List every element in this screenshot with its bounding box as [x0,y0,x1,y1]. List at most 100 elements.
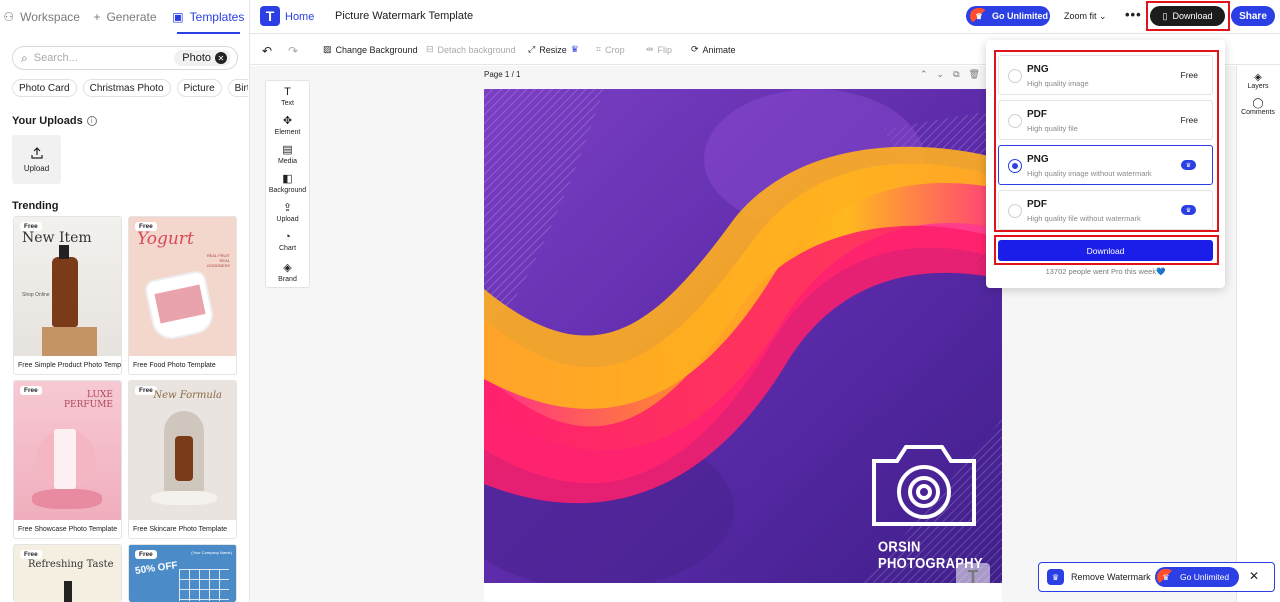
chevron-up-icon[interactable]: ⌃ [920,69,928,80]
document-title[interactable]: Picture Watermark Template [335,10,473,22]
bottle-pump [59,245,69,259]
zoom-label: Zoom fit [1064,11,1097,21]
home-link[interactable]: Home [285,11,314,23]
tool-element[interactable]: ✥ Element [265,114,310,136]
tool-chart[interactable]: ◔ Chart [265,231,310,252]
right-rail [1236,66,1280,602]
tool-brand[interactable]: ◈ Brand [265,261,310,283]
toolbar-label: Resize [539,44,567,55]
tab-label: Generate [106,10,157,24]
search-input[interactable] [33,52,175,64]
tool-label: Text [281,100,294,107]
template-card[interactable]: Free New Item Shop Online Free Simple Pr… [13,216,122,375]
pedestal [151,491,217,505]
template-card[interactable]: Free Yogurt REAL FRUIT REAL GOODNESS Fre… [128,216,237,375]
template-card[interactable]: Free New Formula Free Skincare Photo Tem… [128,380,237,539]
tab-label: Workspace [20,10,80,24]
tab-generate[interactable]: + Generate [83,0,166,34]
plus-icon: + [93,10,101,24]
page-label: Page 1 / 1 [484,70,521,79]
detach-background-button[interactable]: ⊟ Detach background [426,44,516,55]
category-chip[interactable]: Photo Card [12,79,77,97]
comments-button[interactable]: ◯ Comments [1238,98,1278,116]
category-chip[interactable]: Christmas Photo [82,79,171,97]
category-chip[interactable]: Birthday Ph [227,79,248,97]
layers-icon: ◈ [1254,72,1262,83]
flip-button[interactable]: ⇹ Flip [646,44,672,55]
crown-icon: ♛ [1047,569,1064,585]
tab-templates[interactable]: ▣ Templates [167,0,250,34]
template-card[interactable]: Free Refreshing Taste [13,544,122,602]
grid-decoration [179,569,229,601]
chart-icon: ◔ [284,231,291,243]
trending-heading: Trending [12,200,59,212]
tool-label: Brand [278,276,297,283]
more-options-button[interactable]: ••• [1125,7,1142,22]
template-caption: Free Showcase Photo Template [18,525,118,533]
close-icon[interactable]: ✕ [1249,569,1259,583]
go-unlimited-button[interactable]: ♛ Go Unlimited [1155,567,1239,587]
tool-text[interactable]: T Text [265,86,310,107]
tool-label: Element [274,129,301,136]
detach-icon: ⊟ [426,44,434,54]
template-thumbnail: Free New Formula [129,381,236,520]
corner-logo: T [956,563,990,583]
download-button-highlight [994,235,1219,265]
crown-icon: ♛ [1157,569,1175,585]
tab-label: Templates [189,10,245,24]
crown-icon: ♛ [570,44,579,54]
tool-background[interactable]: ◧ Background [265,172,310,194]
download-highlight [1146,1,1230,31]
search-icon: ⌕ [21,50,28,65]
design-canvas[interactable]: ORSIN PHOTOGRAPHY T [484,89,1002,583]
undo-button[interactable]: ↶ [262,44,272,58]
tool-label: Upload [276,216,299,223]
pedestal [32,489,102,509]
search-filter-chip[interactable]: Photo ✕ [174,50,231,66]
animate-icon: ⟳ [691,44,699,54]
toolbar-label: Change Background [335,44,418,55]
close-icon[interactable]: ✕ [215,52,227,64]
tool-upload[interactable]: ⇪ Upload [265,201,310,223]
text-icon: T [284,86,291,98]
free-badge: Free [20,550,42,559]
pro-note: 13702 people went Pro this week💙 [1045,267,1166,276]
rail-label: Layers [1247,83,1269,90]
product-bottle [52,257,78,327]
info-icon[interactable]: i [86,116,97,126]
chevron-down-icon[interactable]: ⌄ [937,69,945,80]
zoom-select[interactable]: Zoom fit ⌄ [1064,11,1107,22]
tool-label: Media [277,158,298,165]
crown-icon: ♛ [970,8,988,24]
crop-icon: ⌗ [596,44,602,54]
animate-button[interactable]: ⟳ Animate [691,44,736,55]
upload-button[interactable]: Upload [12,135,61,184]
tool-media[interactable]: ▤ Media [265,143,310,165]
chevron-down-icon: ⌄ [1099,11,1107,21]
category-chip[interactable]: Picture [176,79,222,97]
template-caption: Free Simple Product Photo Temp... [18,361,121,369]
thumbnail-title: Yogurt [137,229,194,249]
crop-button[interactable]: ⌗ Crop [596,44,625,55]
resize-button[interactable]: ⤢ Resize ♛ [528,44,579,55]
duplicate-icon[interactable]: ⧉ [953,69,959,80]
template-card[interactable]: Free 50% OFF (Your Company Name) [128,544,237,602]
tab-workspace[interactable]: ⚇ Workspace [0,0,83,34]
template-thumbnail: Free New Item Shop Online [14,217,121,356]
thumbnail-subtitle: (Your Company Name) [191,550,232,555]
share-button[interactable]: Share [1231,6,1275,26]
thumbnail-title: New Formula [153,390,222,401]
app-logo[interactable]: T [260,6,280,26]
trash-icon[interactable]: 🗑 [969,69,980,80]
change-background-button[interactable]: ▨ Change Background [323,44,418,55]
template-card[interactable]: Free LUXE PERFUME Free Showcase Photo Te… [13,380,122,539]
search-box[interactable]: ⌕ Photo ✕ [12,46,238,70]
uploads-title: Your Uploads [12,115,83,127]
layers-button[interactable]: ◈ Layers [1238,72,1278,90]
redo-button[interactable]: ↷ [288,44,298,58]
toolbar-label: Flip [657,44,673,55]
template-thumbnail: Free LUXE PERFUME [14,381,121,520]
template-caption: Free Skincare Photo Template [133,525,228,533]
go-unlimited-button[interactable]: ♛ Go Unlimited [966,6,1050,26]
redo-icon: ↷ [288,44,299,58]
